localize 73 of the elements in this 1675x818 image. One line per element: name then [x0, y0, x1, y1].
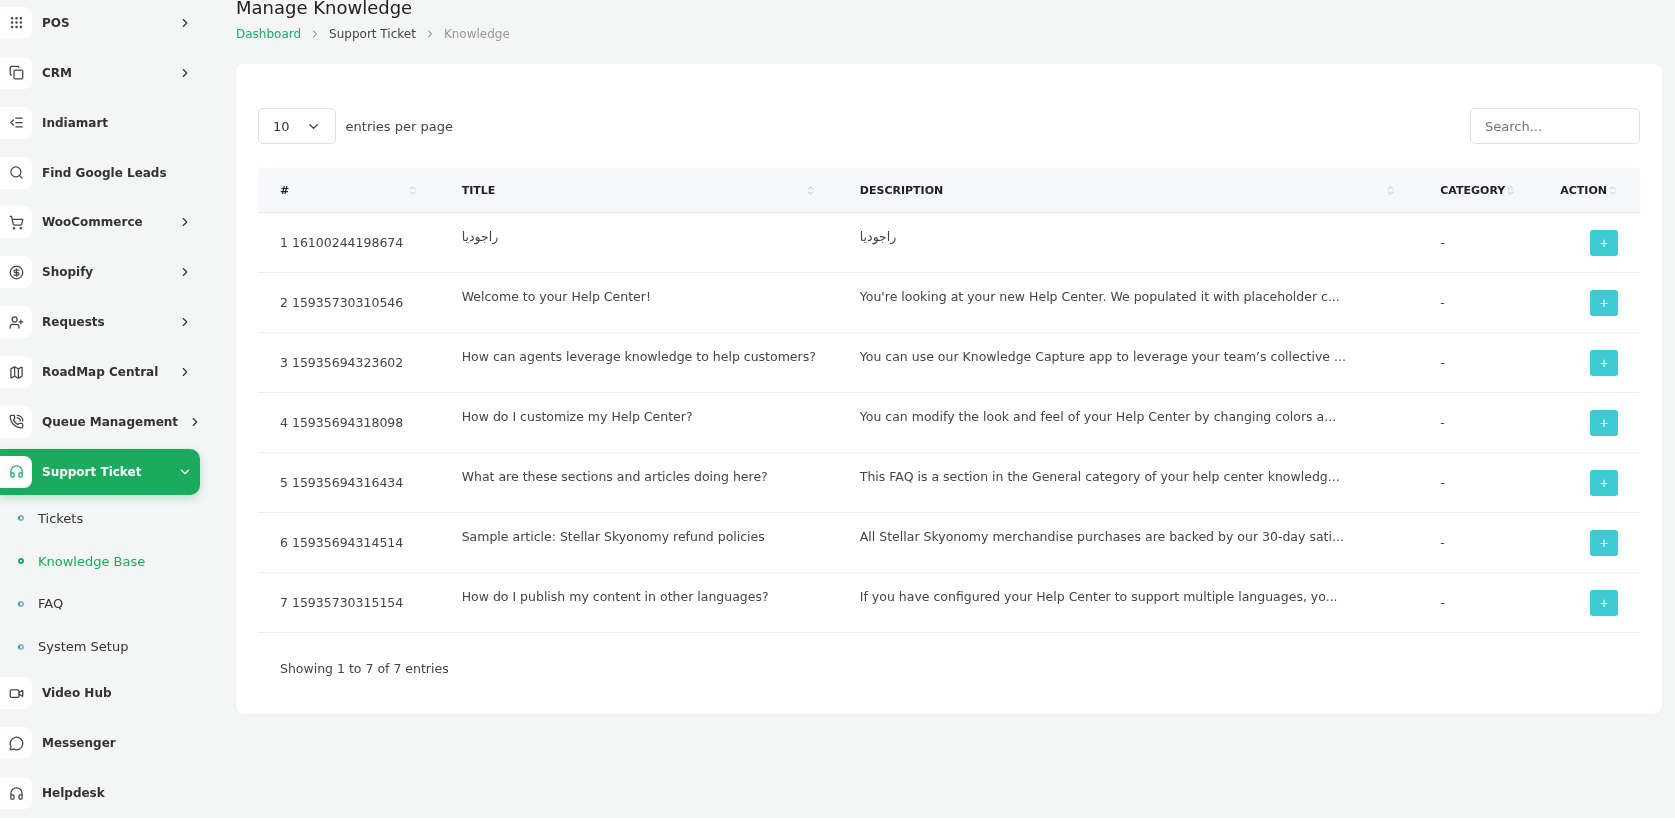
table-cell: 7 15935730315154 — [258, 572, 440, 633]
grid-icon — [0, 6, 32, 39]
bullet-icon — [18, 600, 24, 607]
entries-label: entries per page — [345, 118, 453, 134]
table-cell: - — [1418, 272, 1539, 333]
column-header[interactable]: DESCRIPTION — [837, 168, 1419, 213]
headphones-icon — [0, 777, 32, 809]
table-cell: - — [1418, 392, 1539, 453]
submenu-item[interactable]: FAQ — [0, 582, 204, 626]
table-cell: - — [1418, 512, 1539, 573]
submenu-item[interactable]: Tickets — [0, 496, 204, 540]
table-cell: How do I publish my content in other languages? — [439, 572, 838, 633]
table-cell: If you have configured your Help Center to support multiple languages, yo... — [837, 572, 1419, 633]
entries-summary: Showing 1 to 7 of 7 entries — [279, 660, 450, 678]
table-cell: You can modify the look and feel of your Help Center by changing colors a... — [837, 392, 1419, 453]
copy-icon — [0, 56, 32, 89]
sidebar-item[interactable]: Video Hub — [0, 670, 200, 717]
table-cell: - — [1418, 452, 1539, 513]
table-cell: Welcome to your Help Center! — [439, 272, 838, 333]
sidebar-item[interactable]: Indiamart — [0, 99, 200, 146]
column-header[interactable]: ACTION — [1538, 168, 1640, 213]
table-cell: What are these sections and articles doing here? — [439, 452, 838, 513]
table-cell: All Stellar Skyonomy merchandise purchases are backed by our 30-day sati... — [837, 512, 1419, 573]
table-cell: How do I customize my Help Center? — [439, 392, 838, 453]
map-icon — [0, 356, 32, 389]
list-icon — [0, 106, 32, 139]
chat-icon — [0, 727, 32, 760]
table-cell: - — [1418, 332, 1539, 393]
cart-icon — [0, 206, 32, 239]
sidebar-item[interactable]: Helpdesk — [0, 770, 200, 816]
table-cell: 5 15935694316434 — [258, 452, 440, 513]
bullet-icon — [18, 515, 24, 522]
coin-icon — [0, 256, 32, 289]
table-cell: - — [1418, 212, 1539, 273]
sidebar-item[interactable]: Requests — [0, 299, 200, 346]
sidebar-item[interactable]: Shopify — [0, 249, 200, 296]
table-cell: راجوديا — [837, 212, 1419, 273]
sidebar-item[interactable]: Find Google Leads — [0, 149, 200, 196]
phone-icon — [0, 405, 32, 438]
table-cell: 6 15935694314514 — [258, 512, 440, 573]
sort-icon — [1607, 184, 1618, 196]
headphones-icon — [0, 455, 32, 488]
sidebar-item[interactable]: Messenger — [0, 720, 200, 767]
user-plus-icon — [0, 306, 32, 339]
bullet-icon — [18, 558, 24, 565]
page-title: Manage Knowledge — [236, 0, 414, 18]
column-header[interactable]: CATEGORY — [1418, 168, 1539, 213]
sidebar-item[interactable]: RoadMap Central — [0, 349, 200, 395]
page-size-select[interactable]: 10 — [258, 108, 336, 144]
table-cell: راجوديا — [439, 212, 838, 273]
sidebar-item[interactable]: WooCommerce — [0, 199, 200, 246]
table-cell: You can use our Knowledge Capture app to leverage your team’s collective ... — [837, 332, 1419, 393]
sidebar-item[interactable]: POS — [0, 0, 200, 46]
table-cell: Sample article: Stellar Skyonomy refund policies — [439, 512, 838, 573]
column-header[interactable]: TITLE — [439, 168, 838, 213]
column-header[interactable]: # — [258, 168, 440, 213]
bullet-icon — [18, 643, 24, 650]
table-cell: 4 15935694318098 — [258, 392, 440, 453]
search-field[interactable]: Search... — [1470, 108, 1640, 144]
table-cell: You're looking at your new Help Center. We populated it with placeholder c... — [837, 272, 1419, 333]
search-icon — [0, 156, 32, 189]
video-icon — [0, 677, 32, 710]
sidebar-item[interactable]: Queue Management — [0, 399, 200, 445]
table-cell: This FAQ is a section in the General category of your help center knowledg... — [837, 452, 1419, 513]
table-cell: How can agents leverage knowledge to help customers? — [439, 332, 838, 393]
table-cell: 2 15935730310546 — [258, 272, 440, 333]
breadcrumb-item: Knowledge — [443, 27, 510, 41]
breadcrumb-item[interactable]: Support Ticket — [329, 27, 416, 41]
submenu-item[interactable]: System Setup — [0, 625, 204, 669]
table-cell: - — [1418, 572, 1539, 633]
table-cell: 1 16100244198674 — [258, 212, 440, 273]
sidebar-item[interactable]: CRM — [0, 49, 200, 96]
table-cell: 3 15935694323602 — [258, 332, 440, 393]
